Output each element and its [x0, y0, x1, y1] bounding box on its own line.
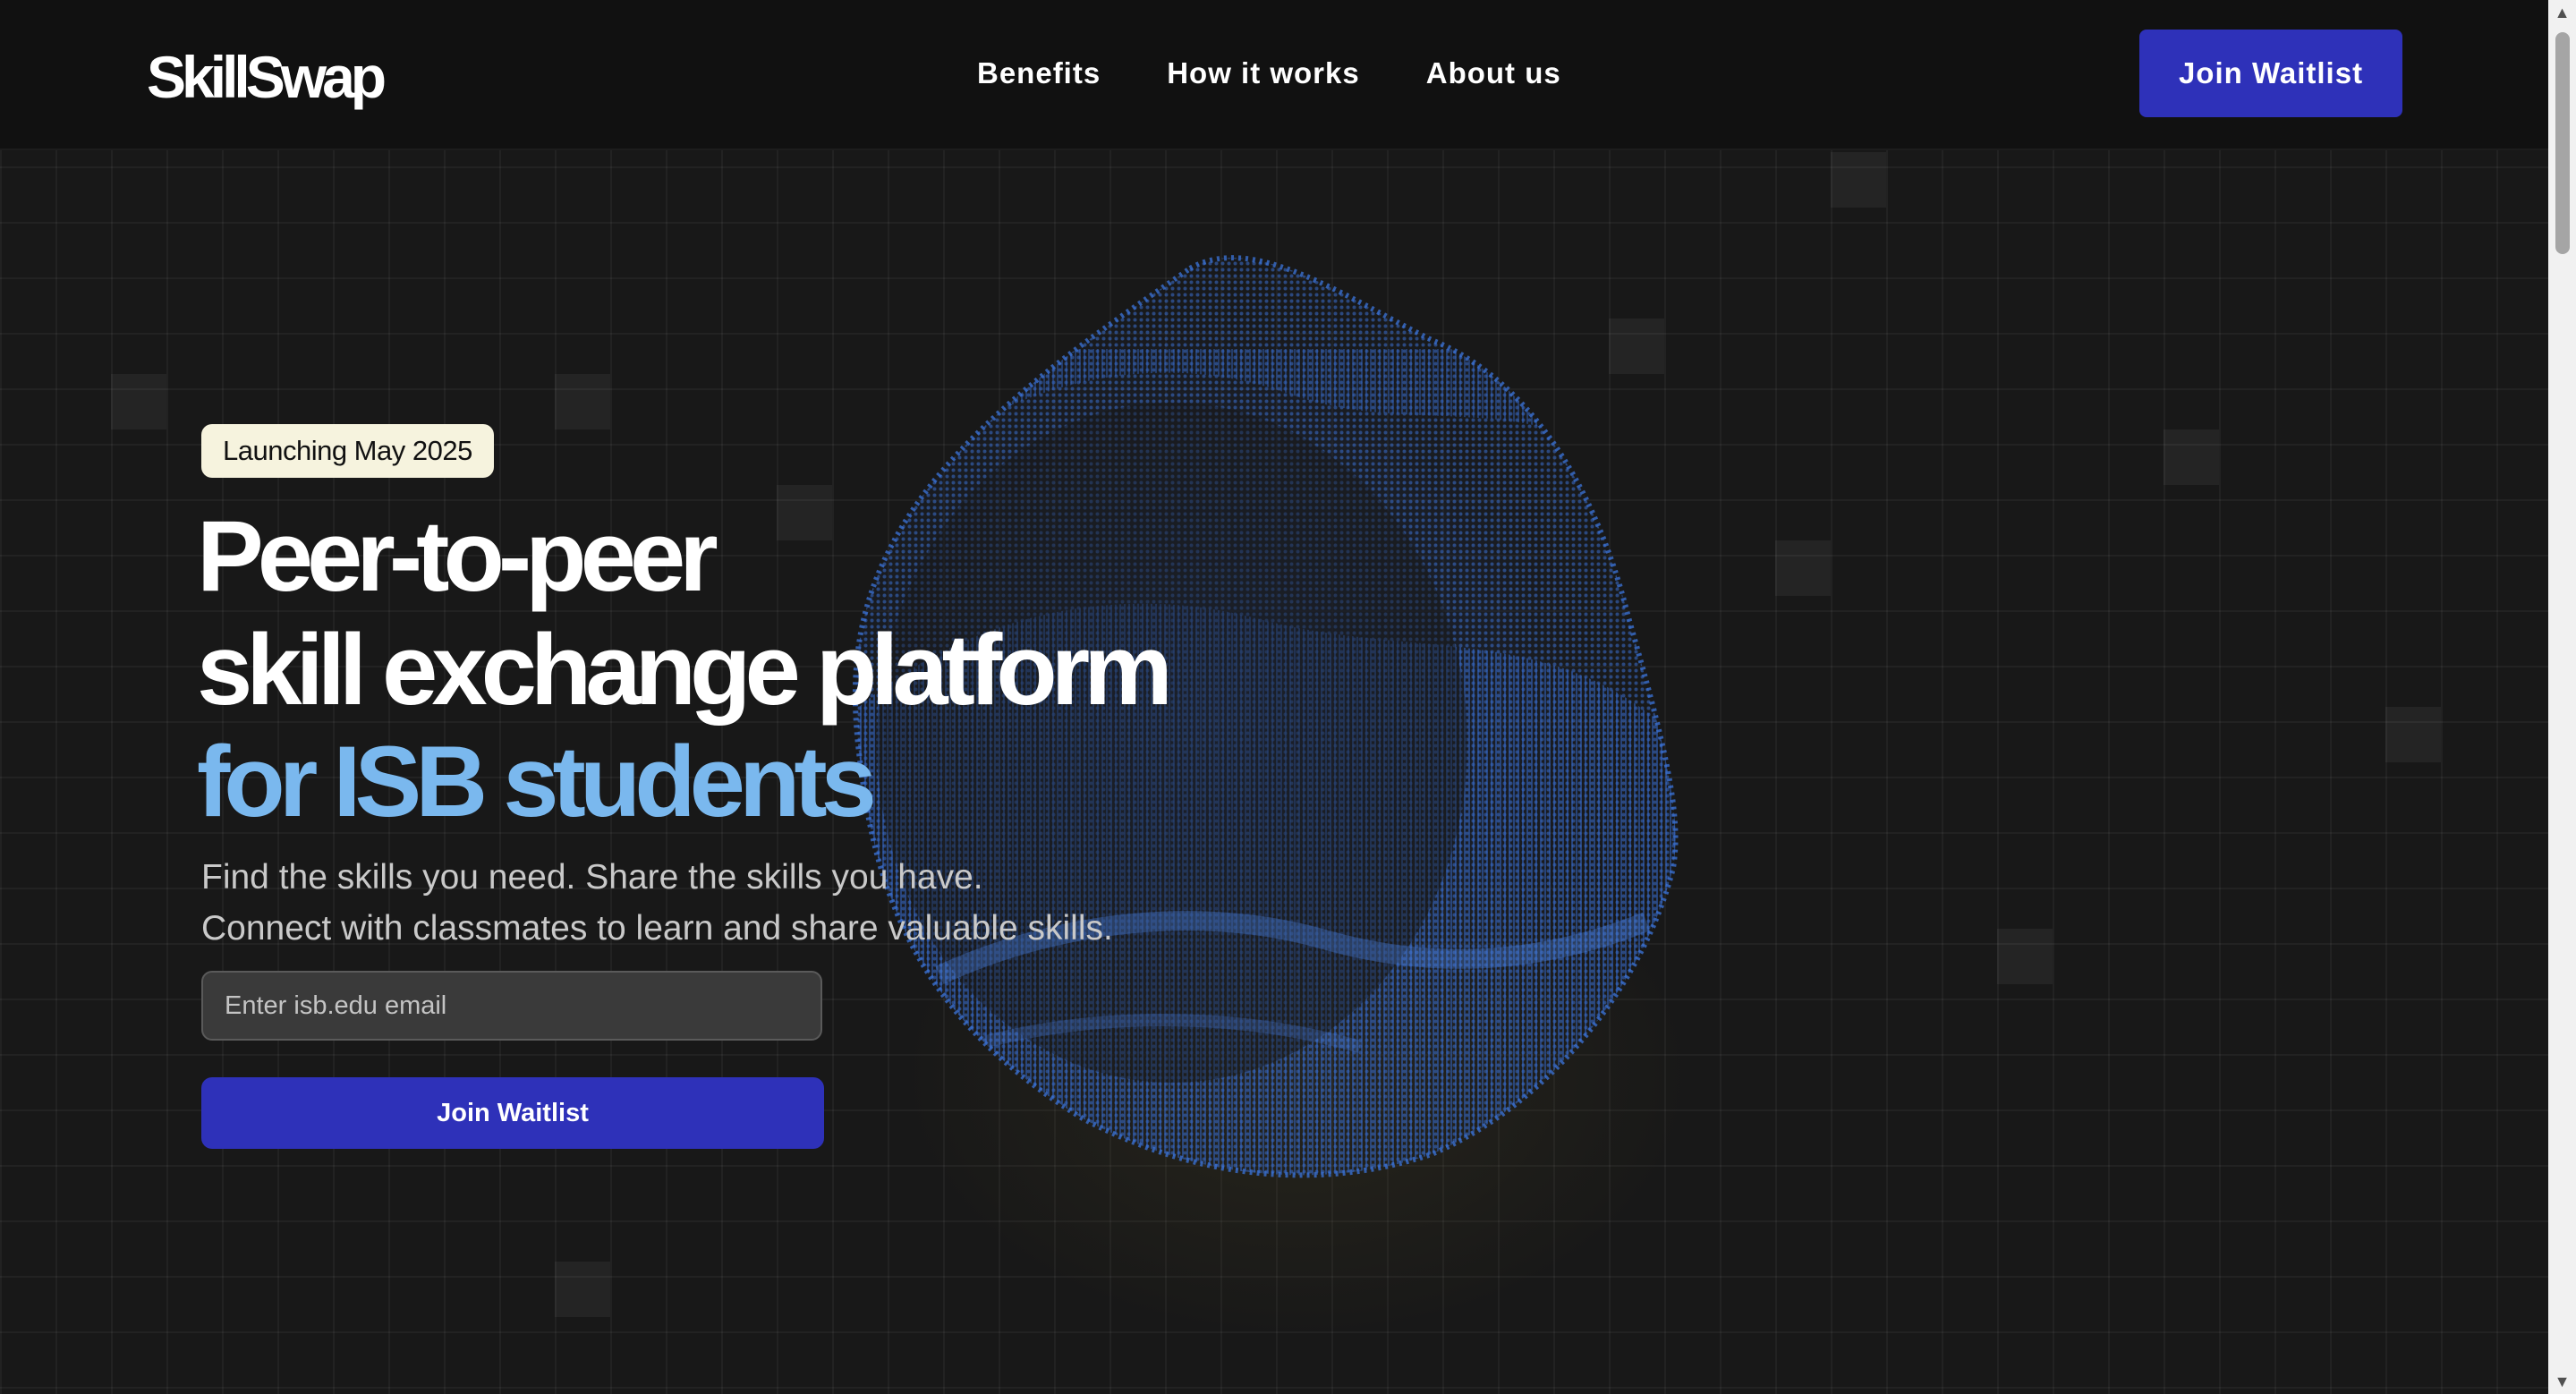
- scroll-up-arrow-icon[interactable]: ▲: [2548, 0, 2576, 25]
- page-scrollbar[interactable]: ▲ ▼: [2548, 0, 2576, 1394]
- scroll-down-arrow-icon[interactable]: ▼: [2548, 1369, 2576, 1394]
- nav-link-about-us[interactable]: About us: [1426, 52, 1561, 95]
- page-viewport: SkillSwap Benefits How it works About us…: [0, 0, 2576, 1394]
- hero-headline-line-1: Peer-to-peer: [197, 500, 718, 612]
- hero-subtext-line-2: Connect with classmates to learn and sha…: [201, 909, 1113, 948]
- launch-badge: Launching May 2025: [201, 424, 494, 478]
- header-join-waitlist-button[interactable]: Join Waitlist: [2139, 30, 2402, 117]
- nav-link-benefits[interactable]: Benefits: [977, 52, 1101, 95]
- scrollbar-thumb[interactable]: [2555, 32, 2570, 254]
- main-nav: Benefits How it works About us: [977, 52, 1561, 95]
- nav-link-how-it-works[interactable]: How it works: [1167, 52, 1360, 95]
- hero-section: Launching May 2025 Peer-to-peer skill ex…: [0, 0, 2576, 1394]
- hero-subtext-line-1: Find the skills you need. Share the skil…: [201, 858, 983, 897]
- hero-join-waitlist-button[interactable]: Join Waitlist: [201, 1077, 824, 1149]
- site-header: SkillSwap Benefits How it works About us…: [0, 0, 2548, 150]
- brand-logo[interactable]: SkillSwap: [147, 41, 387, 113]
- email-input[interactable]: [201, 971, 822, 1041]
- hero-headline-accent-line: for ISB students: [197, 726, 877, 837]
- hero-headline-line-2: skill exchange platform: [197, 614, 1173, 726]
